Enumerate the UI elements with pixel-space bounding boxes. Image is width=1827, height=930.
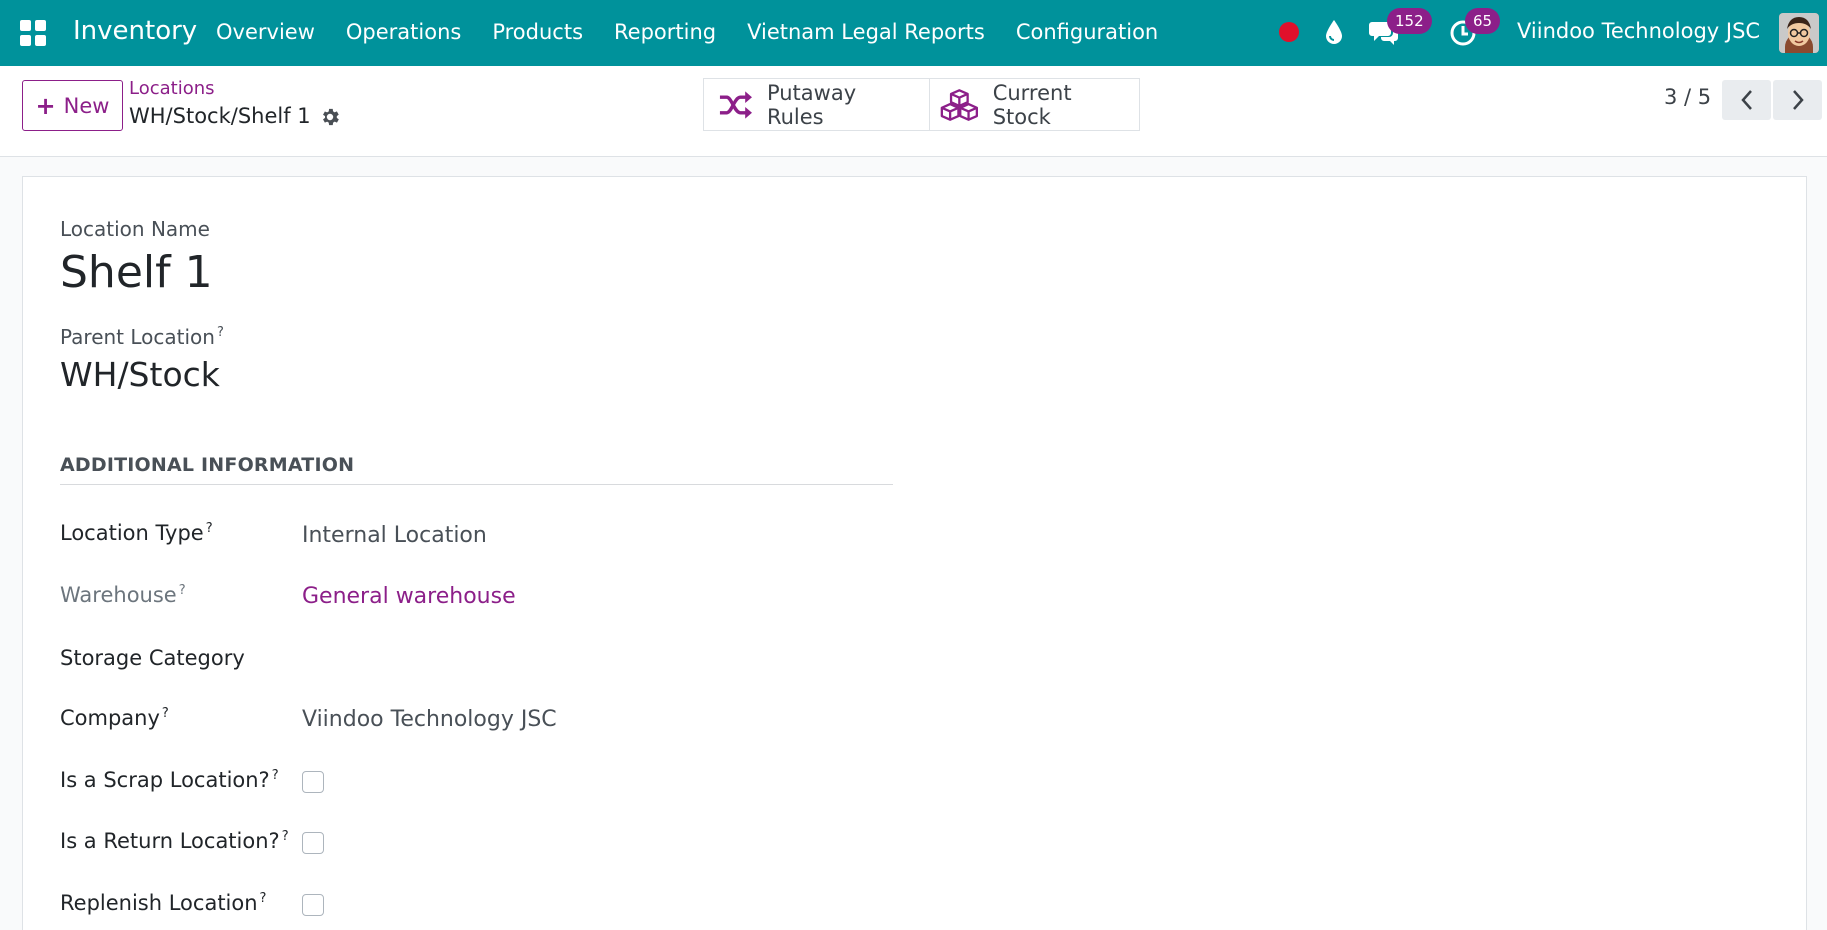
current-stock-button[interactable]: Current Stock [930, 78, 1140, 131]
user-avatar[interactable] [1779, 13, 1819, 53]
menu-item-vietnam-legal-reports[interactable]: Vietnam Legal Reports [747, 20, 985, 44]
company-label: Company? [60, 706, 169, 730]
menu-item-reporting[interactable]: Reporting [614, 20, 716, 44]
putaway-rules-button[interactable]: Putaway Rules [703, 78, 930, 131]
help-marker[interactable]: ? [179, 583, 186, 598]
pager-next-button[interactable] [1773, 80, 1822, 120]
parent-location-label-text: Parent Location [60, 325, 215, 349]
user-avatar-image [1779, 13, 1819, 53]
pager-previous-button[interactable] [1722, 80, 1771, 120]
menu-item-overview[interactable]: Overview [216, 20, 315, 44]
storage-category-label: Storage Category [60, 646, 245, 670]
smart-buttons: Putaway Rules Current Stock [703, 78, 1140, 131]
control-panel: + New Locations WH/Stock/Shelf 1 Putaway… [0, 66, 1827, 157]
help-marker[interactable]: ? [206, 521, 213, 536]
plus-icon: + [35, 91, 56, 120]
company-field[interactable]: Viindoo Technology JSC [302, 707, 557, 732]
messages-count-badge: 152 [1387, 8, 1432, 34]
gear-icon[interactable] [319, 106, 341, 128]
recording-dot-icon[interactable] [1279, 22, 1299, 42]
return-location-label: Is a Return Location?? [60, 829, 289, 853]
new-button[interactable]: + New [22, 80, 123, 131]
shuffle-icon [719, 90, 752, 119]
location-type-label: Location Type? [60, 521, 213, 545]
breadcrumb-current: WH/Stock/Shelf 1 [129, 104, 311, 128]
replenish-location-checkbox[interactable] [302, 894, 324, 916]
activities-count-badge: 65 [1465, 8, 1501, 34]
storage-category-field[interactable] [302, 646, 602, 674]
chevron-left-icon [1740, 90, 1752, 110]
menu-item-products[interactable]: Products [492, 20, 583, 44]
putaway-rules-label: Putaway Rules [766, 80, 857, 129]
help-marker[interactable]: ? [282, 829, 289, 844]
menu-item-operations[interactable]: Operations [346, 20, 461, 44]
warehouse-label: Warehouse? [60, 583, 186, 607]
help-marker[interactable]: ? [162, 706, 169, 721]
new-button-label: New [63, 93, 110, 118]
location-type-field[interactable]: Internal Location [302, 523, 487, 548]
help-marker[interactable]: ? [260, 891, 267, 906]
pager-value[interactable]: 3 / 5 [1664, 85, 1711, 109]
parent-location-field[interactable]: WH/Stock [60, 355, 220, 394]
help-marker[interactable]: ? [272, 768, 279, 783]
location-name-field[interactable]: Shelf 1 [60, 247, 213, 298]
parent-location-label: Parent Location? [60, 325, 224, 349]
current-stock-label: Current Stock [992, 80, 1072, 129]
return-location-label-text: Is a Return Location? [60, 829, 280, 853]
app-name[interactable]: Inventory [73, 16, 197, 46]
menu-item-configuration[interactable]: Configuration [1016, 20, 1158, 44]
scrap-location-checkbox[interactable] [302, 771, 324, 793]
location-type-label-text: Location Type [60, 521, 204, 545]
additional-information-heading: ADDITIONAL INFORMATION [60, 454, 893, 485]
scrap-location-label-text: Is a Scrap Location? [60, 768, 270, 792]
water-drop-icon[interactable] [1323, 18, 1345, 46]
scrap-location-label: Is a Scrap Location?? [60, 768, 279, 792]
help-marker[interactable]: ? [217, 325, 224, 340]
chevron-right-icon [1792, 90, 1804, 110]
warehouse-link[interactable]: General warehouse [302, 584, 516, 609]
warehouse-label-text: Warehouse [60, 583, 177, 607]
top-navbar: Inventory Overview Operations Products R… [0, 0, 1827, 66]
main-menu: Overview Operations Products Reporting V… [216, 20, 1189, 44]
cubes-icon [940, 88, 978, 121]
company-switcher[interactable]: Viindoo Technology JSC [1517, 19, 1760, 43]
replenish-location-label: Replenish Location? [60, 891, 266, 915]
apps-menu-icon[interactable] [20, 20, 46, 46]
return-location-checkbox[interactable] [302, 832, 324, 854]
form-sheet: Location Name Shelf 1 Parent Location? W… [22, 176, 1807, 930]
replenish-location-label-text: Replenish Location [60, 891, 258, 915]
company-label-text: Company [60, 706, 160, 730]
location-name-label: Location Name [60, 217, 210, 241]
breadcrumb-locations[interactable]: Locations [129, 78, 215, 99]
